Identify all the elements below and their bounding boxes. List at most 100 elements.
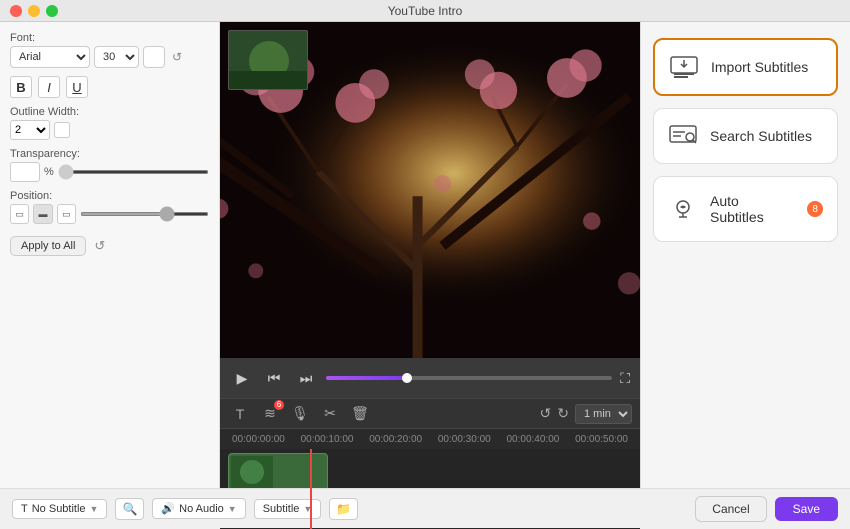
transparency-section: Transparency: 0 %	[10, 148, 209, 182]
video-background	[220, 22, 640, 358]
clip-button[interactable]: ✂	[318, 402, 342, 426]
search-subtitles-icon	[668, 125, 698, 147]
audio-wave-button[interactable]: ≋ 6	[258, 402, 282, 426]
audio-chevron-icon: ▼	[228, 504, 237, 514]
position-label: Position:	[10, 190, 209, 202]
subtitle-type-label: Subtitle	[263, 503, 300, 515]
position-bottom-button[interactable]: ▭	[57, 204, 76, 224]
font-label: Font:	[10, 32, 209, 44]
bottom-right-buttons: Cancel Save	[695, 496, 838, 522]
ruler-mark-2: 00:00:20:00	[369, 434, 422, 445]
apply-row: Apply to All ↺	[10, 236, 209, 256]
subtitle-dropdown-button[interactable]: T No Subtitle ▼	[12, 499, 107, 519]
clip-icon: ✂	[324, 405, 336, 422]
subtitle-tool-button[interactable]: T	[228, 402, 252, 426]
import-subtitles-label: Import Subtitles	[711, 59, 808, 75]
timeline-toolbar: T ≋ 6 🎙 ✂ 🗑 ↺ ↻	[220, 399, 640, 429]
video-area	[220, 22, 640, 358]
position-row: ▭ ▬ ▭	[10, 204, 209, 224]
timeline-right-controls: ↺ ↻ 1 min	[540, 404, 632, 424]
auto-subtitles-label: Auto Subtitles	[710, 193, 795, 225]
main-layout: Font: Arial 30 ↺ B I U Outline Width: 2	[0, 22, 850, 528]
import-subtitles-icon	[669, 56, 699, 78]
transparency-slider[interactable]	[58, 170, 209, 174]
playback-controls: ▶ ⏮ ⏭ ⛶	[220, 358, 640, 398]
import-subtitles-option[interactable]: Import Subtitles	[653, 38, 838, 96]
traffic-lights	[10, 5, 58, 17]
outline-row: 2	[10, 120, 209, 140]
ruler-mark-4: 00:00:40:00	[507, 434, 560, 445]
color-refresh-icon[interactable]: ↺	[169, 49, 185, 65]
timeline-ruler: 00:00:00:00 00:00:10:00 00:00:20:00 00:0…	[220, 429, 640, 449]
position-top-button[interactable]: ▭	[10, 204, 29, 224]
position-slider[interactable]	[80, 212, 209, 216]
badge-count: 6	[274, 400, 284, 410]
transparency-input[interactable]: 0	[10, 162, 40, 182]
audio-dropdown-button[interactable]: 🔊 No Audio ▼	[152, 498, 245, 519]
window-title: YouTube Intro	[388, 4, 463, 18]
minimize-button[interactable]	[28, 5, 40, 17]
progress-dot	[402, 373, 412, 383]
bold-button[interactable]: B	[10, 76, 32, 98]
italic-button[interactable]: I	[38, 76, 60, 98]
ruler-mark-1: 00:00:10:00	[301, 434, 354, 445]
next-button[interactable]: ⏭	[294, 366, 318, 390]
progress-fill	[326, 376, 412, 380]
outline-label: Outline Width:	[10, 106, 209, 118]
auto-subtitles-badge: 8	[807, 201, 823, 217]
audio-icon: 🔊	[161, 502, 175, 515]
refresh-icon[interactable]: ↺	[94, 238, 105, 254]
voiceover-icon: 🎙	[291, 405, 309, 422]
audio-dropdown-label: No Audio	[179, 503, 224, 515]
subtitle-chevron-icon: ▼	[90, 504, 99, 514]
outline-width-select[interactable]: 2	[10, 120, 50, 140]
color-picker[interactable]	[143, 46, 165, 68]
search-button[interactable]: 🔍	[115, 498, 144, 520]
fullscreen-button[interactable]: ⛶	[620, 370, 630, 387]
ruler-marks: 00:00:00:00 00:00:10:00 00:00:20:00 00:0…	[228, 434, 632, 445]
font-family-select[interactable]: Arial	[10, 46, 90, 68]
apply-to-all-button[interactable]: Apply to All	[10, 236, 86, 256]
right-panel: Import Subtitles Search Subtitles	[640, 22, 850, 528]
auto-subtitles-option[interactable]: Auto Subtitles 8	[653, 176, 838, 242]
center-area: ▶ ⏮ ⏭ ⛶ T ≋ 6 🎙	[220, 22, 640, 528]
folder-button[interactable]: 📁	[329, 498, 358, 520]
voiceover-button[interactable]: 🎙	[288, 402, 312, 426]
search-subtitles-option[interactable]: Search Subtitles	[653, 108, 838, 164]
underline-button[interactable]: U	[66, 76, 88, 98]
delete-button[interactable]: 🗑	[348, 402, 372, 426]
timeline-needle	[310, 449, 312, 529]
percent-label: %	[44, 166, 54, 178]
trash-icon: 🗑	[351, 405, 369, 422]
prev-button[interactable]: ⏮	[262, 366, 286, 390]
redo-button[interactable]: ↻	[557, 405, 569, 422]
text-style-buttons: B I U	[10, 76, 209, 98]
position-section: Position: ▭ ▬ ▭	[10, 190, 209, 224]
left-panel: Font: Arial 30 ↺ B I U Outline Width: 2	[0, 22, 220, 528]
play-button[interactable]: ▶	[230, 366, 254, 390]
transparency-label: Transparency:	[10, 148, 209, 160]
auto-subtitles-icon	[668, 198, 698, 220]
subtitle-dropdown-label: No Subtitle	[32, 503, 86, 515]
transparency-row: 0 %	[10, 162, 209, 182]
close-button[interactable]	[10, 5, 22, 17]
progress-bar[interactable]	[326, 376, 612, 380]
zoom-select[interactable]: 1 min	[575, 404, 632, 424]
font-size-select[interactable]: 30	[94, 46, 139, 68]
outline-color-picker[interactable]	[54, 122, 70, 138]
outline-section: Outline Width: 2	[10, 106, 209, 140]
position-center-button[interactable]: ▬	[33, 204, 52, 224]
save-button[interactable]: Save	[775, 497, 838, 521]
ruler-mark-0: 00:00:00:00	[232, 434, 285, 445]
titlebar: YouTube Intro	[0, 0, 850, 22]
search-subtitles-label: Search Subtitles	[710, 128, 812, 144]
ruler-mark-3: 00:00:30:00	[438, 434, 491, 445]
bottom-bar: T No Subtitle ▼ 🔍 🔊 No Audio ▼ Subtitle …	[0, 488, 850, 528]
maximize-button[interactable]	[46, 5, 58, 17]
undo-button[interactable]: ↺	[540, 405, 552, 422]
font-section: Font: Arial 30 ↺	[10, 32, 209, 68]
subtitle-icon-small: T	[21, 503, 28, 515]
cancel-button[interactable]: Cancel	[695, 496, 766, 522]
font-row: Arial 30 ↺	[10, 46, 209, 68]
video-thumbnail	[228, 30, 308, 90]
